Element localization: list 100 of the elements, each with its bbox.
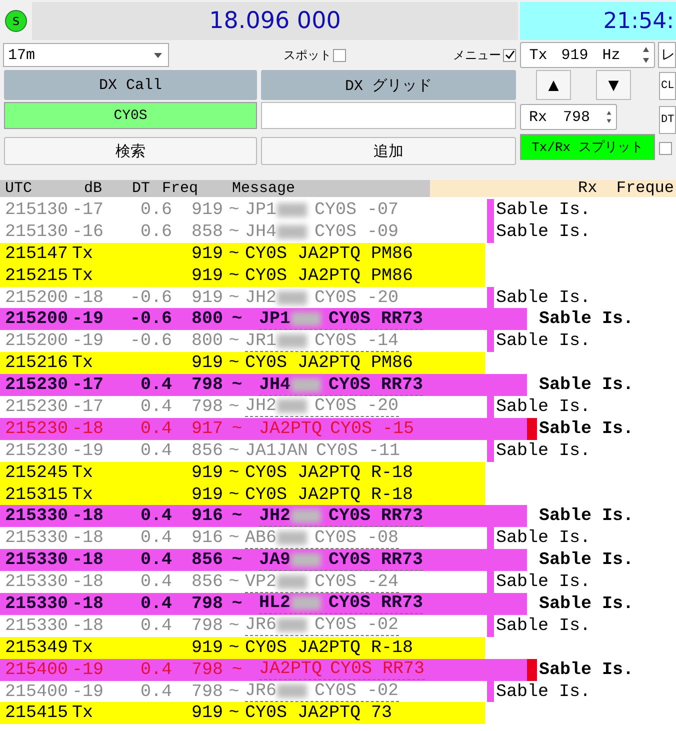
- decode-row[interactable]: 215230 -17 0.4 798 ~ JH4 CY0S RR73: [0, 374, 527, 396]
- db-cell-text: -19: [72, 682, 105, 702]
- message-text: CY0S JA2PTQ R-18: [245, 462, 414, 483]
- dt-cell: 0.4: [140, 682, 172, 702]
- redaction-blur: [290, 508, 321, 523]
- mode-symbol: ~: [228, 484, 240, 505]
- mode-symbol: ~: [228, 572, 240, 592]
- band-dropdown[interactable]: 17m: [3, 43, 169, 67]
- marker-bar: [527, 658, 537, 681]
- utc-cell-text: 215230: [5, 375, 70, 396]
- dt-button[interactable]: DT: [659, 106, 676, 134]
- redaction-blur: [276, 399, 307, 414]
- caret-icon: [154, 52, 162, 58]
- tx-frequency-spinbox[interactable]: Tx 919 Hz: [520, 42, 656, 68]
- freq-cell-text: 798: [190, 682, 223, 702]
- db-cell-text: -19: [72, 440, 105, 461]
- decode-row[interactable]: 215200 -19 -0.6 800 ~ JP1 CY0S RR73: [0, 308, 527, 330]
- callsign: JH2: [245, 288, 277, 308]
- message-text: CY0S JA2PTQ 73: [245, 703, 392, 724]
- spot-checkbox[interactable]: [333, 48, 346, 62]
- decode-row[interactable]: 215315 Tx 919 ~ CY0S JA2PTQ R-18: [0, 484, 485, 506]
- dx-call-field[interactable]: CY0S: [4, 102, 257, 129]
- mode-symbol: ~: [228, 616, 240, 636]
- country-text: Sable Is.: [538, 549, 634, 572]
- freq-cell-text: 919: [190, 484, 223, 505]
- redaction-blur: [276, 224, 307, 239]
- freq-cell-text: 916: [190, 506, 223, 526]
- rx-frequency-spinbox[interactable]: Rx 798: [520, 104, 617, 130]
- up-button[interactable]: ▲: [536, 70, 571, 100]
- callsign: JH2: [259, 506, 291, 526]
- message-text: CY0S JA2PTQ R-18: [245, 638, 414, 658]
- marker-bar: [487, 614, 494, 637]
- message-text: CY0S -20: [314, 396, 399, 416]
- utc-cell-text: 215230: [5, 396, 70, 417]
- search-button[interactable]: 検索: [4, 137, 257, 165]
- decode-row[interactable]: 215330 -18 0.4 856 ~ JA9 CY0S RR73: [0, 549, 527, 572]
- mode-symbol: ~: [228, 353, 240, 374]
- freq-cell-text: 919: [190, 703, 223, 724]
- decode-row[interactable]: 215147 Tx 919 ~ CY0S JA2PTQ PM86: [0, 242, 485, 265]
- utc-cell-text: 215330: [5, 528, 70, 548]
- message-text: CY0S -15: [330, 418, 414, 439]
- freq-cell-text: 800: [190, 309, 223, 330]
- country-text: Sable Is.: [538, 658, 634, 681]
- mode-symbol: ~: [228, 244, 240, 264]
- add-button[interactable]: 追加: [261, 137, 516, 165]
- dt-cell: 0.6: [140, 222, 172, 242]
- utc-cell-text: 215330: [5, 506, 70, 526]
- freq-cell-text: 919: [190, 266, 223, 286]
- clear-button[interactable]: CL: [659, 72, 676, 100]
- decode-row[interactable]: 215415 Tx 919 ~ CY0S JA2PTQ 73: [0, 702, 485, 724]
- message-text: CY0S JA2PTQ PM86: [245, 353, 414, 374]
- db-cell-text: Tx: [72, 638, 94, 658]
- utc-cell-text: 215400: [5, 660, 70, 680]
- country-text: Sable Is.: [495, 614, 591, 637]
- utc-cell-text: 215330: [5, 550, 70, 570]
- marker-bar: [487, 330, 494, 352]
- column-header: UTC: [5, 180, 32, 197]
- dt-cell: 0.4: [140, 418, 172, 439]
- mode-symbol: ~: [230, 660, 244, 680]
- decode-row[interactable]: 215215 Tx 919 ~ CY0S JA2PTQ PM86: [0, 264, 485, 287]
- decode-row[interactable]: 215330 -18 0.4 798 ~ HL2 CY0S RR73: [0, 593, 527, 615]
- mode-symbol: ~: [228, 638, 240, 658]
- db-cell-text: Tx: [72, 484, 94, 505]
- dt-cell: 0.4: [140, 594, 172, 614]
- freq-cell-text: 919: [190, 462, 223, 483]
- freq-cell-text: 916: [190, 528, 223, 548]
- callsign: JH2: [245, 396, 277, 416]
- db-cell-text: -17: [72, 375, 105, 396]
- freq-cell-text: 856: [190, 550, 223, 570]
- menu-checkbox[interactable]: [503, 48, 516, 62]
- utc-cell-text: 215330: [5, 572, 70, 592]
- mode-symbol: ~: [230, 506, 244, 526]
- dt-cell: 0.4: [140, 572, 172, 592]
- down-button[interactable]: ▼: [596, 70, 631, 100]
- country-text: Sable Is.: [538, 308, 634, 330]
- dt-cell: 0.4: [140, 550, 172, 570]
- utc-cell-text: 215230: [5, 418, 70, 439]
- country-text: Sable Is.: [495, 330, 591, 352]
- redaction-blur: [276, 334, 307, 348]
- mode-symbol: ~: [228, 396, 240, 417]
- mode-symbol: ~: [230, 550, 244, 570]
- db-cell-text: -19: [72, 309, 105, 330]
- callsign: JR6: [245, 615, 277, 636]
- db-cell-text: -19: [72, 331, 105, 352]
- decode-row[interactable]: 215330 -18 0.4 916 ~ JH2 CY0S RR73: [0, 505, 527, 528]
- db-cell-text: Tx: [72, 266, 94, 286]
- dt-cell: 0.4: [140, 616, 172, 636]
- edge-checkbox[interactable]: [659, 142, 672, 155]
- db-cell-text: -17: [72, 396, 105, 417]
- db-cell-text: Tx: [72, 244, 94, 264]
- split-button[interactable]: Tx/Rx スプリット: [520, 134, 655, 160]
- redaction-blur: [290, 596, 321, 610]
- report-button[interactable]: レ: [658, 42, 676, 68]
- freq-cell-text: 919: [190, 353, 223, 374]
- utc-cell-text: 215200: [5, 309, 70, 330]
- decode-row[interactable]: 215216 Tx 919 ~ CY0S JA2PTQ PM86: [0, 352, 485, 374]
- dx-grid-field[interactable]: [261, 102, 516, 129]
- utc-cell-text: 215216: [5, 353, 70, 374]
- decode-row[interactable]: 215245 Tx 919 ~ CY0S JA2PTQ R-18: [0, 462, 485, 484]
- decode-row[interactable]: 215349 Tx 919 ~ CY0S JA2PTQ R-18: [0, 636, 485, 659]
